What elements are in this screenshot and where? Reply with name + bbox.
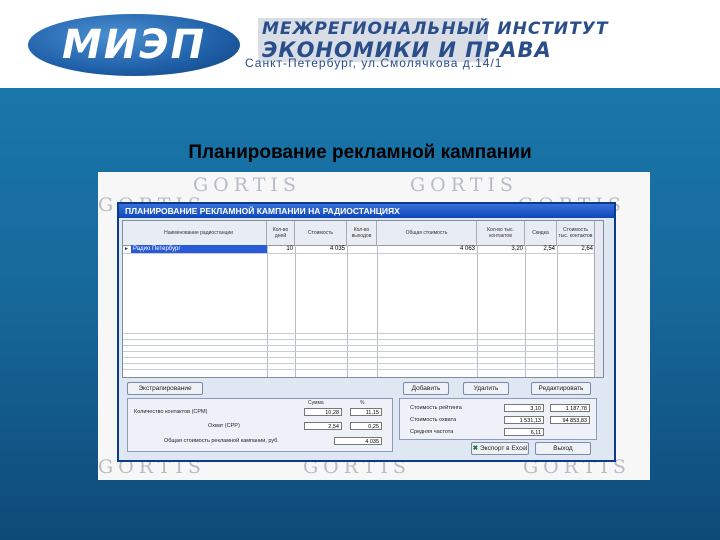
cpm-label: Количество контактов (CPM) <box>134 409 208 415</box>
total-cost-label: Общая стоимость рекламной кампании, руб. <box>164 438 279 444</box>
rating-cost-field[interactable]: 3,10 <box>504 404 544 412</box>
cpp-label: Охват (CPP) <box>208 423 240 429</box>
cpm-sum-field[interactable]: 10,28 <box>304 408 342 416</box>
add-button[interactable]: Добавить <box>403 382 449 395</box>
table-cell[interactable]: 4 035 <box>295 245 347 253</box>
column-header[interactable]: Кол-во дней <box>267 221 295 245</box>
excel-icon: ✖ <box>472 445 479 452</box>
table-header: Наименование радиостанции Кол-во дней Ст… <box>123 221 603 246</box>
stations-table[interactable]: Наименование радиостанции Кол-во дней Ст… <box>122 220 604 378</box>
watermark-gortis: GORTIS <box>193 174 301 196</box>
table-cell[interactable]: 2,64 <box>557 245 595 253</box>
institute-address: Санкт-Петербург, ул.Смолячкова д.14/1 <box>245 56 503 70</box>
table-cell[interactable] <box>347 245 377 253</box>
column-label: % <box>360 400 365 406</box>
export-excel-button[interactable]: ✖ Экспорт в Excel <box>471 442 529 455</box>
export-excel-label: Экспорт в Excel <box>479 445 528 452</box>
delete-button[interactable]: Удалить <box>463 382 509 395</box>
cpp-sum-field[interactable]: 2,54 <box>304 422 342 430</box>
avg-frequency-label: Средняя частота <box>410 429 454 435</box>
row-divider <box>123 339 603 340</box>
window-title: ПЛАНИРОВАНИЕ РЕКЛАМНОЙ КАМПАНИИ НА РАДИО… <box>119 204 614 218</box>
avg-frequency-field[interactable]: 6,11 <box>504 428 544 436</box>
table-cell[interactable]: 3,20 <box>477 245 525 253</box>
rating-cost-total-field[interactable]: 1 187,78 <box>550 404 590 412</box>
exit-button[interactable]: Выход <box>535 442 591 455</box>
watermark-gortis: GORTIS <box>410 174 518 196</box>
column-header[interactable]: Стоимость тыс. контактов <box>557 221 595 245</box>
column-label: Сумма <box>308 400 324 406</box>
table-scrollbar[interactable] <box>594 221 603 377</box>
table-cell[interactable]: 4 063 <box>377 245 477 253</box>
row-divider <box>123 369 603 370</box>
cpm-percent-field[interactable]: 11,15 <box>350 408 382 416</box>
column-header[interactable]: Кол-во тыс. контактов <box>477 221 525 245</box>
reach-cost-field[interactable]: 1 531,13 <box>504 416 544 424</box>
column-header[interactable]: Стоимость <box>295 221 347 245</box>
miep-logo: МИЭП <box>28 14 240 76</box>
slide-title: Планирование рекламной кампании <box>188 142 532 163</box>
reach-cost-total-field[interactable]: 94 853,83 <box>550 416 590 424</box>
app-screenshot: GORTIS GORTIS GORTIS GORTIS GORTIS GORTI… <box>98 172 650 480</box>
column-header[interactable]: Общая стоимость <box>377 221 477 245</box>
column-header[interactable]: Наименование радиостанции <box>131 221 267 245</box>
total-cost-field[interactable]: 4 035 <box>334 437 382 445</box>
cpp-percent-field[interactable]: 0,25 <box>350 422 382 430</box>
rating-cost-label: Стоимость рейтинга <box>410 405 462 411</box>
row-divider <box>123 253 603 254</box>
extrapolate-button[interactable]: Экстрапирование <box>127 382 203 395</box>
radio-campaign-window: ПЛАНИРОВАНИЕ РЕКЛАМНОЙ КАМПАНИИ НА РАДИО… <box>117 202 616 462</box>
table-cell[interactable]: Радио Петербург <box>131 245 267 253</box>
row-divider <box>123 333 603 334</box>
column-header[interactable]: Скидка <box>525 221 557 245</box>
institute-name-line1: МЕЖРЕГИОНАЛЬНЫЙ ИНСТИТУТ <box>262 19 609 39</box>
row-divider <box>123 357 603 358</box>
edit-button[interactable]: Редактировать <box>531 382 591 395</box>
row-divider <box>123 351 603 352</box>
slide-header: МИЭП МЕЖРЕГИОНАЛЬНЫЙ ИНСТИТУТ ЭКОНОМИКИ … <box>0 0 720 88</box>
summary-panel: Сумма % Количество контактов (CPM) 10,28… <box>127 398 393 452</box>
table-cell[interactable]: 10 <box>267 245 295 253</box>
row-divider <box>123 363 603 364</box>
row-pointer-icon: ► <box>124 246 129 252</box>
column-header[interactable]: Кол-во выходов <box>347 221 377 245</box>
row-divider <box>123 345 603 346</box>
reach-cost-label: Стоимость охвата <box>410 417 457 423</box>
stats-panel: Стоимость рейтинга 3,10 1 187,78 Стоимос… <box>399 398 597 440</box>
logo-text: МИЭП <box>61 22 207 68</box>
table-cell[interactable]: 2,54 <box>525 245 557 253</box>
